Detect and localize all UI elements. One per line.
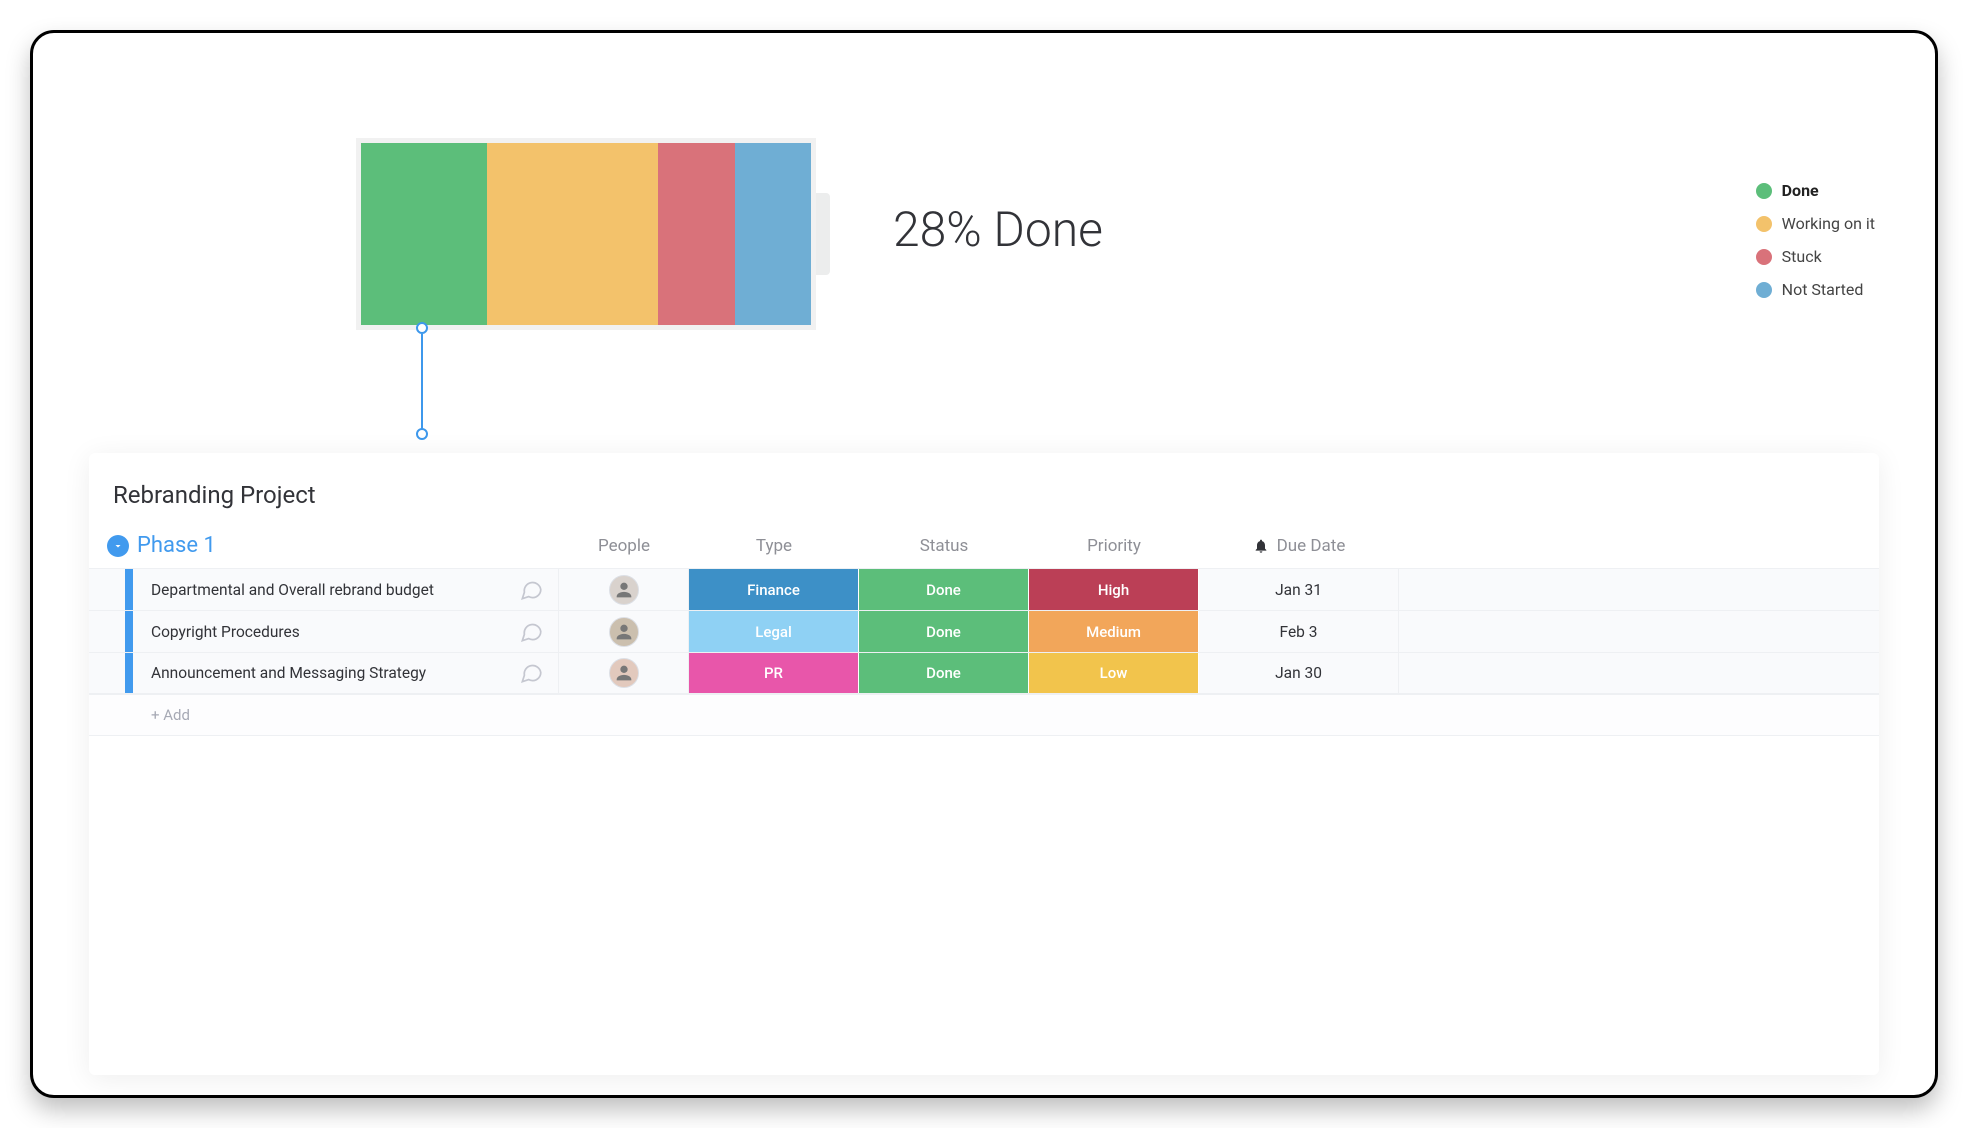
type-pill[interactable]: Finance (689, 569, 859, 610)
trailing-cell (1399, 611, 1879, 652)
add-task-label: + Add (133, 706, 190, 724)
column-due-date[interactable]: Due Date (1199, 536, 1399, 556)
board-title[interactable]: Rebranding Project (89, 481, 1879, 533)
legend-item[interactable]: Stuck (1756, 247, 1875, 266)
priority-pill[interactable]: High (1029, 569, 1199, 610)
task-cell[interactable]: Departmental and Overall rebrand budget (89, 569, 559, 610)
battery-segment[interactable] (735, 143, 812, 325)
people-cell[interactable] (559, 653, 689, 693)
trailing-cell (1399, 653, 1879, 693)
progress-label: 28% Done (893, 201, 1103, 258)
legend-item[interactable]: Not Started (1756, 280, 1875, 299)
legend-label: Stuck (1782, 247, 1822, 266)
row-color-bar (125, 653, 133, 693)
people-cell[interactable] (559, 611, 689, 652)
legend-label: Working on it (1782, 214, 1875, 233)
row-color-bar (125, 569, 133, 610)
priority-pill[interactable]: Low (1029, 653, 1199, 693)
table-row[interactable]: Announcement and Messaging Strategy PRDon… (89, 652, 1879, 694)
due-date-cell[interactable]: Jan 30 (1199, 653, 1399, 693)
type-pill[interactable]: Legal (689, 611, 859, 652)
collapse-icon[interactable] (107, 535, 129, 557)
due-date-cell[interactable]: Jan 31 (1199, 569, 1399, 610)
group-name[interactable]: Phase 1 (137, 533, 216, 558)
legend-dot (1756, 183, 1772, 199)
avatar[interactable] (609, 617, 639, 647)
connector-handle-bottom[interactable] (416, 428, 428, 440)
column-status[interactable]: Status (859, 536, 1029, 556)
app-frame: 28% Done Done Working on it Stuck Not Start… (30, 30, 1938, 1098)
column-type[interactable]: Type (689, 536, 859, 556)
progress-battery[interactable] (356, 138, 816, 330)
legend-item[interactable]: Done (1756, 181, 1875, 200)
connector-line (421, 334, 423, 430)
table-row[interactable]: Copyright Procedures LegalDoneMediumFeb 3 (89, 610, 1879, 652)
battery-segment[interactable] (658, 143, 735, 325)
status-legend: Done Working on it Stuck Not Started (1756, 181, 1875, 299)
task-rows: Departmental and Overall rebrand budget F… (89, 568, 1879, 694)
due-date-cell[interactable]: Feb 3 (1199, 611, 1399, 652)
legend-label: Done (1782, 181, 1819, 200)
priority-pill[interactable]: Medium (1029, 611, 1199, 652)
battery-tip (816, 193, 830, 275)
chat-icon[interactable] (518, 660, 544, 686)
legend-label: Not Started (1782, 280, 1864, 299)
legend-dot (1756, 282, 1772, 298)
status-pill[interactable]: Done (859, 653, 1029, 693)
connector-handle-top[interactable] (416, 322, 428, 334)
avatar[interactable] (609, 575, 639, 605)
chat-icon[interactable] (518, 619, 544, 645)
task-name[interactable]: Announcement and Messaging Strategy (133, 664, 518, 682)
task-cell[interactable]: Copyright Procedures (89, 611, 559, 652)
progress-section: 28% Done Done Working on it Stuck Not Start… (33, 33, 1935, 433)
legend-dot (1756, 216, 1772, 232)
legend-item[interactable]: Working on it (1756, 214, 1875, 233)
board-panel: Rebranding Project Phase 1 People Type S… (89, 453, 1879, 1075)
group-header: Phase 1 People Type Status Priority Due … (89, 533, 1879, 568)
battery-segment[interactable] (361, 143, 487, 325)
status-pill[interactable]: Done (859, 611, 1029, 652)
avatar[interactable] (609, 658, 639, 688)
legend-dot (1756, 249, 1772, 265)
battery-segment[interactable] (487, 143, 658, 325)
row-color-bar (125, 611, 133, 652)
task-name[interactable]: Departmental and Overall rebrand budget (133, 581, 518, 599)
trailing-cell (1399, 569, 1879, 610)
chat-icon[interactable] (518, 577, 544, 603)
task-cell[interactable]: Announcement and Messaging Strategy (89, 653, 559, 693)
table-row[interactable]: Departmental and Overall rebrand budget F… (89, 568, 1879, 610)
add-row[interactable]: + Add (89, 694, 1879, 736)
bell-icon (1253, 538, 1269, 554)
task-name[interactable]: Copyright Procedures (133, 623, 518, 641)
status-pill[interactable]: Done (859, 569, 1029, 610)
column-due-label: Due Date (1277, 536, 1346, 556)
people-cell[interactable] (559, 569, 689, 610)
column-people[interactable]: People (559, 536, 689, 556)
column-priority[interactable]: Priority (1029, 536, 1199, 556)
type-pill[interactable]: PR (689, 653, 859, 693)
